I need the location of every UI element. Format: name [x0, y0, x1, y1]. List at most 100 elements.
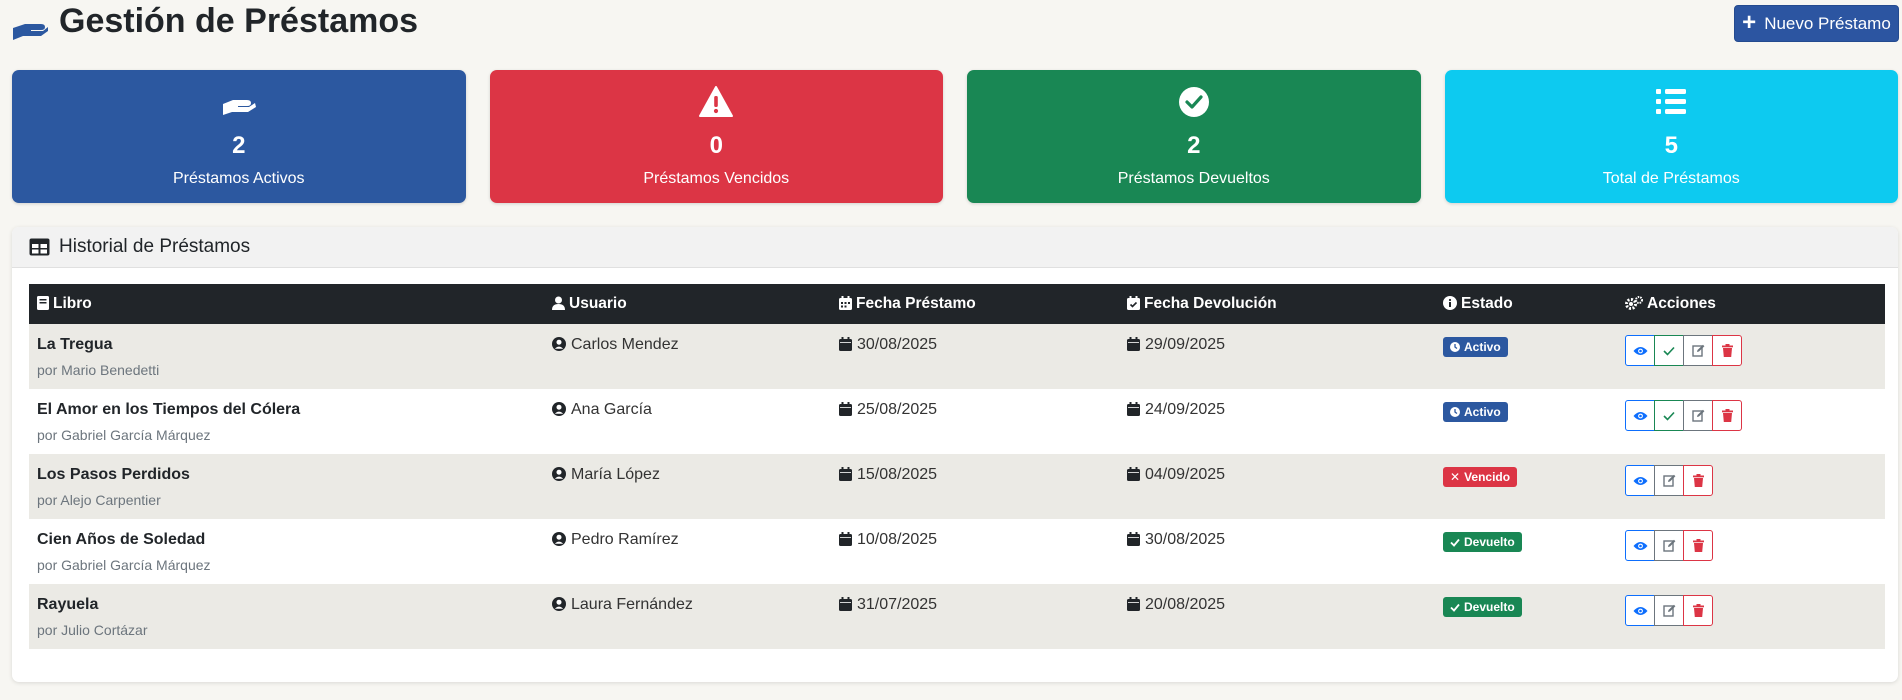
return-date: 04/09/2025 — [1145, 466, 1226, 483]
warning-icon — [699, 86, 734, 117]
loan-date-cell: 30/08/2025 — [831, 324, 1119, 389]
user-name: Laura Fernández — [571, 596, 693, 613]
table-row: Los Pasos Perdidos por Alejo Carpentier M… — [29, 454, 1885, 519]
view-button[interactable] — [1625, 530, 1655, 561]
delete-button[interactable] — [1683, 595, 1713, 626]
calendar-icon — [1127, 532, 1140, 546]
user-circle-icon — [552, 467, 566, 481]
calendar-icon — [839, 532, 852, 546]
new-loan-button[interactable]: + Nuevo Préstamo — [1734, 5, 1899, 42]
user-name: María López — [571, 466, 660, 483]
edit-button[interactable] — [1683, 335, 1713, 366]
column-header-estado[interactable]: Estado — [1435, 284, 1617, 324]
return-date: 20/08/2025 — [1145, 596, 1226, 613]
hand-icon — [222, 100, 256, 115]
user-cell: Pedro Ramírez — [544, 519, 831, 584]
stat-label: Préstamos Activos — [172, 170, 305, 187]
edit-icon — [1691, 344, 1704, 357]
actions-cell — [1617, 389, 1885, 454]
user-circle-icon — [552, 597, 566, 611]
book-author: por Mario Benedetti — [37, 362, 160, 378]
view-button[interactable] — [1625, 400, 1655, 431]
edit-button[interactable] — [1654, 465, 1684, 496]
stat-value: 0 — [709, 132, 723, 159]
edit-icon — [1691, 409, 1704, 422]
user-cell: María López — [544, 454, 831, 519]
stat-value: 5 — [1664, 132, 1678, 159]
clock-icon — [1450, 407, 1460, 417]
eye-icon — [1633, 476, 1647, 485]
gears-icon — [1625, 296, 1643, 310]
history-card: Historial de Préstamos Libro Usuario Fec… — [12, 227, 1898, 682]
view-button[interactable] — [1625, 595, 1655, 626]
column-header-label: Usuario — [569, 295, 627, 312]
loan-date: 25/08/2025 — [857, 401, 938, 418]
check-icon — [1663, 346, 1675, 356]
column-header-label: Estado — [1461, 295, 1513, 312]
table-header-row: Libro Usuario Fecha Préstamo Fecha Devol… — [29, 284, 1885, 324]
view-button[interactable] — [1625, 465, 1655, 496]
table-row: El Amor en los Tiempos del Cólera por Gab… — [29, 389, 1885, 454]
loan-date-cell: 25/08/2025 — [831, 389, 1119, 454]
check-circle-icon — [1178, 87, 1209, 117]
trash-icon — [1692, 474, 1704, 487]
delete-button[interactable] — [1712, 400, 1742, 431]
status-badge: Devuelto — [1443, 532, 1522, 552]
book-title: Cien Años de Soledad — [37, 531, 206, 548]
trash-icon — [1692, 539, 1704, 552]
action-group — [1625, 465, 1713, 496]
status-label: Devuelto — [1464, 535, 1515, 549]
loan-date: 31/07/2025 — [857, 596, 938, 613]
book-author: por Gabriel García Márquez — [37, 557, 211, 573]
column-header-fecha-prestamo[interactable]: Fecha Préstamo — [831, 284, 1119, 324]
column-header-libro[interactable]: Libro — [29, 284, 544, 324]
status-cell: Devuelto — [1435, 584, 1617, 649]
column-header-fecha-devolucion[interactable]: Fecha Devolución — [1119, 284, 1435, 324]
column-header-usuario[interactable]: Usuario — [544, 284, 831, 324]
page-title-text: Gestión de Préstamos — [59, 2, 419, 40]
edit-button[interactable] — [1654, 595, 1684, 626]
new-loan-button-label: Nuevo Préstamo — [1764, 13, 1891, 33]
action-group — [1625, 595, 1713, 626]
status-label: Vencido — [1464, 470, 1511, 484]
edit-button[interactable] — [1654, 530, 1684, 561]
delete-button[interactable] — [1712, 335, 1742, 366]
mark-returned-button[interactable] — [1654, 400, 1684, 431]
delete-button[interactable] — [1683, 530, 1713, 561]
book-cell: Cien Años de Soledad por Gabriel García M… — [29, 519, 544, 584]
actions-cell — [1617, 324, 1885, 389]
edit-button[interactable] — [1683, 400, 1713, 431]
calendar-icon — [1127, 467, 1140, 481]
stat-label: Préstamos Devueltos — [1117, 170, 1270, 187]
loan-date-cell: 15/08/2025 — [831, 454, 1119, 519]
stat-card-returned: 2 Préstamos Devueltos — [967, 70, 1421, 203]
mark-returned-button[interactable] — [1654, 335, 1684, 366]
stat-card-total: 5 Total de Préstamos — [1444, 70, 1898, 203]
status-badge: Devuelto — [1443, 597, 1522, 617]
loan-date: 10/08/2025 — [857, 531, 938, 548]
user-cell: Carlos Mendez — [544, 324, 831, 389]
column-header-label: Acciones — [1647, 295, 1716, 312]
edit-icon — [1662, 539, 1675, 552]
book-author: por Alejo Carpentier — [37, 492, 161, 508]
user-circle-icon — [552, 532, 566, 546]
column-header-label: Libro — [53, 295, 92, 312]
return-date-cell: 30/08/2025 — [1119, 519, 1435, 584]
status-cell: Activo — [1435, 389, 1617, 454]
check-icon — [1663, 411, 1675, 421]
calendar-check-icon — [1127, 296, 1140, 310]
calendar-icon — [839, 597, 852, 611]
calendar-icon — [1127, 597, 1140, 611]
plus-icon: + — [1742, 8, 1757, 36]
return-date-cell: 20/08/2025 — [1119, 584, 1435, 649]
column-header-acciones: Acciones — [1617, 284, 1885, 324]
user-name: Ana García — [571, 401, 652, 418]
calendar-icon — [839, 402, 852, 416]
stat-value: 2 — [232, 132, 246, 159]
view-button[interactable] — [1625, 335, 1655, 366]
calendar-icon — [1127, 337, 1140, 351]
table-row: Rayuela por Julio Cortázar Laura Fernánde… — [29, 584, 1885, 649]
delete-button[interactable] — [1683, 465, 1713, 496]
check-icon — [1450, 538, 1460, 547]
loan-date-cell: 10/08/2025 — [831, 519, 1119, 584]
